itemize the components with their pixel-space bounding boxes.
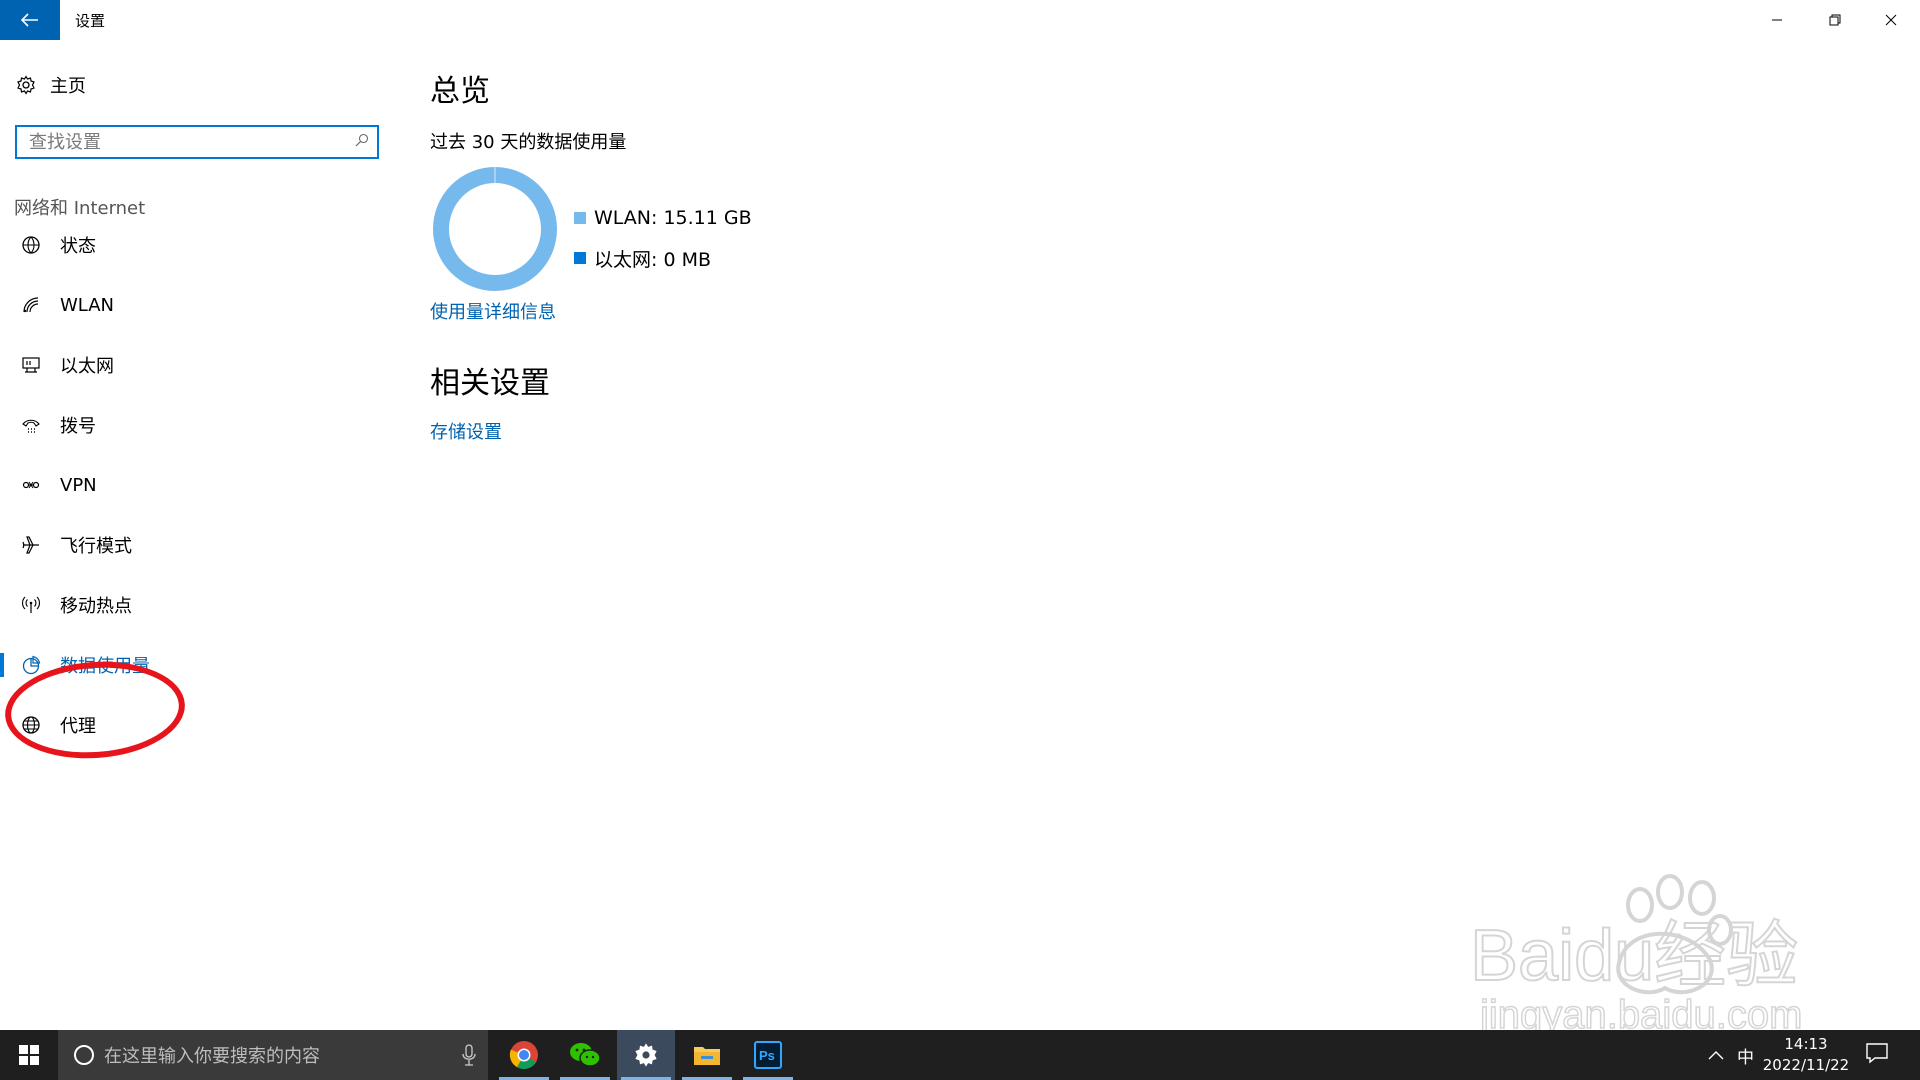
ime-indicator[interactable]: 中	[1737, 1030, 1754, 1080]
sidebar-item-wlan[interactable]: WLAN	[0, 285, 390, 325]
chrome-icon	[509, 1041, 538, 1069]
storage-settings-link[interactable]: 存储设置	[430, 418, 502, 444]
wlan-usage: WLAN: 15.11 GB	[594, 207, 752, 229]
watermark-brand: Baidu经验	[1470, 916, 1798, 996]
baidu-jingyan-watermark: Baidu经验 jingyan.baidu.com	[1470, 874, 1803, 1038]
sidebar-item-label: 移动热点	[60, 596, 132, 617]
title-bar: 设置	[0, 0, 1920, 40]
sidebar-item-label: 飞行模式	[60, 536, 132, 557]
sidebar-item-hotspot[interactable]: 移动热点	[0, 585, 390, 625]
usage-donut-chart	[433, 167, 557, 291]
page-title: 总览	[430, 74, 490, 109]
sidebar-item-ethernet[interactable]: 以太网	[0, 345, 390, 385]
file-explorer-icon	[694, 1047, 720, 1065]
taskbar-search[interactable]: 在这里输入你要搜索的内容	[58, 1030, 488, 1080]
sidebar-item-airplane[interactable]: 飞行模式	[0, 525, 390, 565]
sidebar-item-label: VPN	[60, 474, 97, 496]
settings-search[interactable]	[15, 125, 379, 159]
photoshop-icon: Ps	[754, 1041, 782, 1069]
legend-wlan: WLAN: 15.11 GB	[574, 198, 752, 238]
minimize-icon	[1772, 19, 1782, 21]
taskbar-app-explorer[interactable]	[678, 1030, 736, 1080]
related-settings-title: 相关设置	[430, 366, 550, 401]
vpn-icon	[16, 475, 46, 495]
globe-status-icon	[16, 235, 46, 255]
sidebar-item-label: WLAN	[60, 294, 115, 316]
sidebar-item-label: 以太网	[60, 356, 114, 377]
taskbar-clock[interactable]: 14:13 2022/11/22	[1756, 1034, 1856, 1076]
home-label: 主页	[50, 76, 86, 97]
sidebar: 主页 网络和 Internet 状态 WLAN 以太网 拨号	[0, 40, 400, 1030]
home-nav-item[interactable]: 主页	[16, 70, 86, 100]
clock-date: 2022/11/22	[1762, 1056, 1850, 1074]
section-title: 网络和 Internet	[14, 198, 146, 219]
search-icon	[355, 133, 369, 147]
active-indicator	[0, 653, 4, 677]
ethernet-icon	[16, 355, 46, 375]
airplane-icon	[16, 535, 46, 555]
sidebar-item-status[interactable]: 状态	[0, 225, 390, 265]
taskbar-app-wechat[interactable]	[556, 1030, 614, 1080]
dialup-icon	[16, 415, 46, 435]
sidebar-item-dialup[interactable]: 拨号	[0, 405, 390, 445]
close-button[interactable]	[1862, 0, 1920, 40]
notification-icon	[1866, 1043, 1888, 1064]
taskbar: 在这里输入你要搜索的内容 Ps 中 14:13 2022/11/22	[0, 1030, 1920, 1080]
gear-icon	[17, 75, 35, 95]
restore-icon	[1829, 14, 1841, 26]
pie-chart-icon	[16, 655, 46, 675]
window-title: 设置	[75, 12, 106, 30]
taskbar-search-placeholder: 在这里输入你要搜索的内容	[104, 1046, 320, 1067]
usage-details-link[interactable]: 使用量详细信息	[430, 298, 556, 324]
close-icon	[1885, 14, 1897, 26]
ethernet-usage: 以太网: 0 MB	[594, 248, 711, 271]
usage-legend: WLAN: 15.11 GB 以太网: 0 MB	[574, 198, 752, 278]
wechat-icon	[570, 1043, 601, 1067]
minimize-button[interactable]	[1748, 0, 1806, 40]
ethernet-swatch	[574, 252, 586, 264]
sidebar-item-label: 状态	[60, 236, 96, 257]
wifi-icon	[16, 295, 46, 315]
svg-text:Ps: Ps	[759, 1048, 775, 1063]
search-input[interactable]	[29, 127, 349, 157]
taskbar-app-settings[interactable]	[617, 1030, 675, 1080]
sidebar-item-vpn[interactable]: VPN	[0, 465, 390, 505]
windows-logo-icon	[19, 1045, 39, 1065]
arrow-left-icon	[21, 13, 38, 27]
cortana-icon	[74, 1045, 94, 1065]
legend-ethernet: 以太网: 0 MB	[574, 238, 752, 278]
microphone-icon[interactable]	[462, 1044, 476, 1066]
start-button[interactable]	[0, 1030, 58, 1080]
chevron-up-icon	[1708, 1051, 1724, 1060]
taskbar-app-chrome[interactable]	[495, 1030, 553, 1080]
clock-time: 14:13	[1784, 1035, 1828, 1053]
maximize-button[interactable]	[1806, 0, 1864, 40]
back-button[interactable]	[0, 0, 60, 40]
taskbar-app-photoshop[interactable]: Ps	[739, 1030, 797, 1080]
sidebar-item-label: 拨号	[60, 416, 96, 437]
settings-icon	[635, 1043, 657, 1067]
action-center-button[interactable]	[1866, 1042, 1888, 1068]
tray-overflow-button[interactable]	[1708, 1030, 1724, 1080]
wlan-ring	[433, 167, 557, 291]
hotspot-icon	[16, 595, 46, 615]
usage-subtitle: 过去 30 天的数据使用量	[430, 132, 627, 153]
wlan-swatch	[574, 212, 586, 224]
